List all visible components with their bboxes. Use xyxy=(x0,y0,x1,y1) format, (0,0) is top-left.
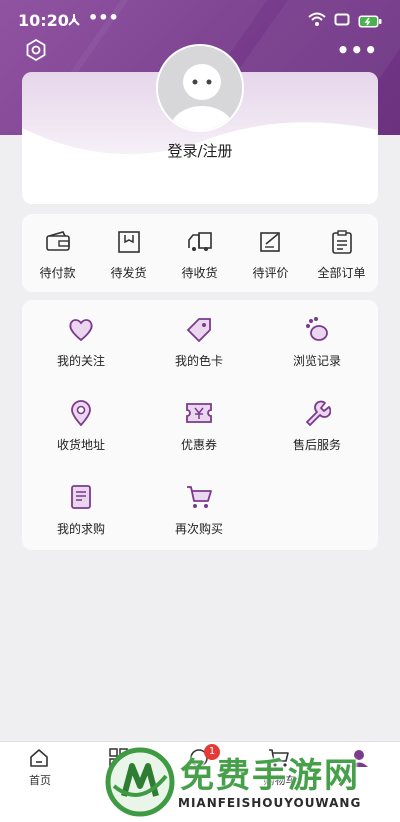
screen-icon xyxy=(334,12,350,32)
document-icon xyxy=(71,485,91,509)
service-browse-history[interactable]: 浏览记录 xyxy=(258,300,376,380)
coupon-icon xyxy=(186,403,212,423)
service-label: 浏览记录 xyxy=(292,354,341,368)
service-color-card[interactable]: 我的色卡 xyxy=(140,300,258,380)
more-status-icon: ••• xyxy=(88,8,119,27)
service-purchase-request[interactable]: 我的求购 xyxy=(22,468,140,548)
location-icon xyxy=(71,400,91,426)
order-label: 待发货 xyxy=(110,266,147,280)
review-icon xyxy=(260,232,280,252)
watermark-logo-icon xyxy=(105,747,175,817)
truck-icon xyxy=(188,232,212,251)
watermark-title: 免费手游网 xyxy=(180,756,360,796)
order-label: 待评价 xyxy=(252,266,289,280)
service-coupons[interactable]: 优惠券 xyxy=(140,384,258,464)
order-pending-shipment[interactable]: 待发货 xyxy=(93,214,164,292)
service-label: 我的求购 xyxy=(56,522,105,536)
cart-icon xyxy=(187,486,212,508)
wallet-icon xyxy=(46,231,70,251)
status-time: 10:20 xyxy=(18,11,69,30)
tag-icon xyxy=(186,318,211,342)
service-label: 优惠券 xyxy=(180,438,217,452)
service-label: 我的色卡 xyxy=(174,354,223,368)
service-label: 售后服务 xyxy=(292,438,341,452)
login-register-link[interactable]: 登录/注册 xyxy=(0,140,400,161)
service-favorites[interactable]: 我的关注 xyxy=(22,300,140,380)
service-address[interactable]: 收货地址 xyxy=(22,384,140,464)
tab-home[interactable]: 首页 xyxy=(0,742,80,802)
site-watermark: 免费手游网 MIANFEISHOUYOUWANG xyxy=(100,744,400,822)
order-label: 待付款 xyxy=(39,266,76,280)
service-buy-again[interactable]: 再次购买 xyxy=(140,468,258,548)
clipboard-icon xyxy=(332,230,352,254)
order-pending-review[interactable]: 待评价 xyxy=(235,214,306,292)
order-all[interactable]: 全部订单 xyxy=(306,214,377,292)
home-icon xyxy=(30,749,48,767)
battery-icon xyxy=(358,13,382,32)
order-label: 全部订单 xyxy=(317,266,366,280)
service-label: 再次购买 xyxy=(174,522,223,536)
package-icon xyxy=(118,231,140,253)
settings-icon[interactable] xyxy=(24,38,48,62)
network-icon xyxy=(66,12,82,32)
wifi-icon xyxy=(308,12,326,32)
service-after-sales[interactable]: 售后服务 xyxy=(258,384,376,464)
more-options-icon[interactable]: ••• xyxy=(337,38,378,62)
status-bar: 10:20 ••• xyxy=(0,0,400,40)
service-label: 收货地址 xyxy=(56,438,105,452)
watermark-subtitle: MIANFEISHOUYOUWANG xyxy=(178,796,362,810)
order-label: 待收货 xyxy=(181,266,218,280)
order-pending-payment[interactable]: 待付款 xyxy=(22,214,93,292)
tab-label: 首页 xyxy=(29,774,51,787)
footprint-icon xyxy=(306,317,328,341)
order-pending-receipt[interactable]: 待收货 xyxy=(164,214,235,292)
avatar[interactable] xyxy=(156,44,244,132)
service-label: 我的关注 xyxy=(56,354,105,368)
services-card: 我的关注 我的色卡 浏览记录 收货地址 优惠券 售后服务 我的求购 再次购买 xyxy=(22,300,378,550)
orders-card: 待付款 待发货 待收货 待评价 全部订单 xyxy=(22,214,378,292)
heart-icon xyxy=(69,319,93,342)
wrench-icon xyxy=(306,400,331,426)
